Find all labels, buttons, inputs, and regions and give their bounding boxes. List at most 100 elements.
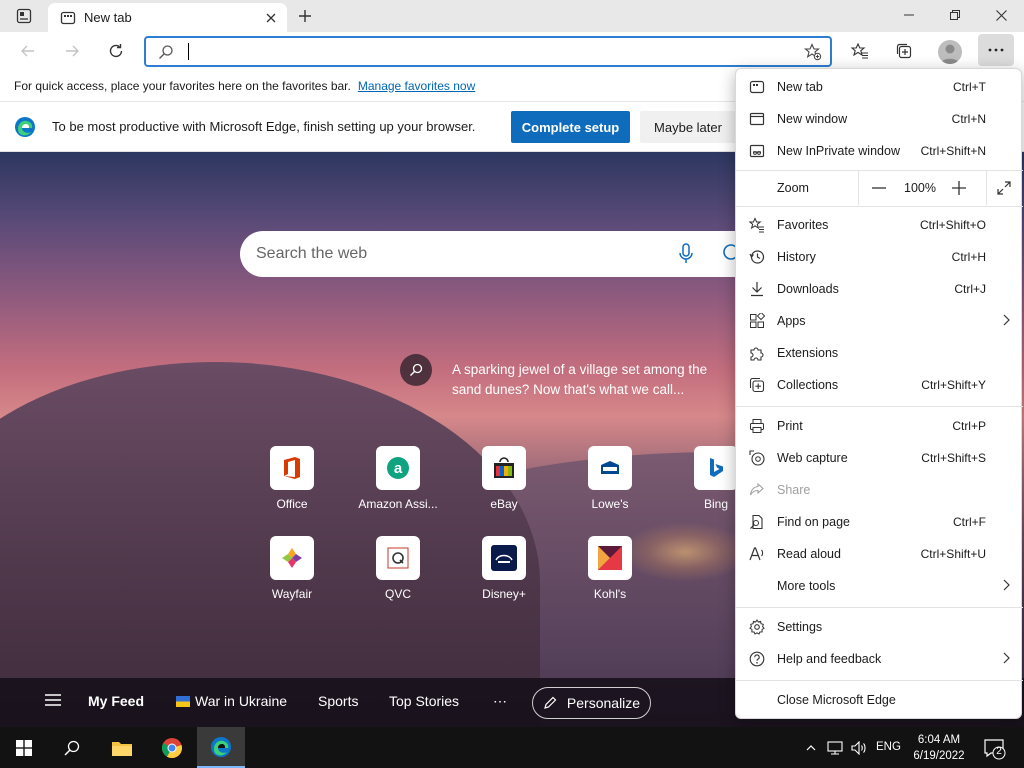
menu-item-print[interactable]: Print Ctrl+P: [736, 410, 1023, 442]
menu-item-extensions[interactable]: Extensions: [736, 337, 1023, 369]
maybe-later-button[interactable]: Maybe later: [640, 111, 736, 143]
menu-item-read-aloud[interactable]: Read aloud Ctrl+Shift+U: [736, 538, 1023, 570]
menu-item-new-inprivate-window[interactable]: New InPrivate window Ctrl+Shift+N: [736, 135, 1023, 167]
back-button[interactable]: [12, 35, 44, 67]
menu-label: Apps: [777, 314, 806, 328]
collections-icon[interactable]: [888, 35, 920, 67]
forward-button[interactable]: [56, 35, 88, 67]
workspaces-icon[interactable]: [8, 4, 40, 28]
menu-item-new-tab[interactable]: New tab Ctrl+T: [736, 71, 1023, 103]
taskbar-search-button[interactable]: [48, 727, 96, 768]
menu-label: Extensions: [777, 346, 839, 360]
zoom-in-button[interactable]: [944, 176, 974, 200]
text-caret: [188, 43, 189, 60]
banner-text: To be most productive with Microsoft Edg…: [52, 119, 476, 134]
tile-label: Office: [276, 497, 308, 511]
menu-item-help-and-feedback[interactable]: Help and feedback: [736, 643, 1023, 675]
show-hidden-icons-icon[interactable]: [802, 739, 820, 757]
menu-item-more-tools[interactable]: More tools: [736, 570, 1023, 602]
close-window-button[interactable]: [978, 0, 1024, 30]
notifications-button[interactable]: 2: [982, 736, 1006, 760]
office-icon: [270, 446, 314, 490]
zoom-out-button[interactable]: [864, 176, 894, 200]
menu-label: Find on page: [777, 515, 850, 529]
menu-item-find-on-page[interactable]: Find on page Ctrl+F: [736, 506, 1023, 538]
quick-link-office[interactable]: Office: [247, 446, 337, 526]
start-button[interactable]: [0, 727, 48, 768]
menu-item-history[interactable]: History Ctrl+H: [736, 241, 1023, 273]
menu-item-close-microsoft-edge[interactable]: Close Microsoft Edge: [736, 684, 1023, 716]
windows-icon: [16, 739, 32, 756]
find-icon: [749, 514, 765, 530]
feed-tab-war-in-ukraine[interactable]: War in Ukraine: [176, 693, 287, 709]
new-tab-button[interactable]: [292, 5, 318, 27]
menu-item-share[interactable]: Share: [736, 474, 1023, 506]
quick-link-lowes[interactable]: Lowe's: [565, 446, 655, 526]
menu-item-new-window[interactable]: New window Ctrl+N: [736, 103, 1023, 135]
close-tab-icon[interactable]: [263, 10, 279, 26]
menu-shortcut: Ctrl+Shift+N: [920, 144, 986, 158]
quick-link-kohls[interactable]: Kohl's: [565, 536, 655, 616]
tile-label: eBay: [490, 497, 518, 511]
web-search-box[interactable]: [240, 231, 760, 277]
address-bar[interactable]: [144, 36, 832, 67]
refresh-button[interactable]: [100, 35, 132, 67]
complete-setup-button[interactable]: Complete setup: [511, 111, 630, 143]
address-input[interactable]: [186, 41, 786, 62]
menu-item-web-capture[interactable]: Web capture Ctrl+Shift+S: [736, 442, 1023, 474]
menu-label: New InPrivate window: [777, 144, 900, 158]
svg-text:a: a: [394, 460, 403, 477]
network-icon[interactable]: [826, 739, 844, 757]
restore-button[interactable]: [932, 0, 978, 30]
menu-shortcut: Ctrl+J: [954, 282, 986, 296]
tab-title: New tab: [84, 10, 132, 25]
tile-label: Kohl's: [593, 587, 627, 601]
history-icon: [749, 249, 765, 265]
quick-link-qvc[interactable]: QVC: [353, 536, 443, 616]
menu-item-apps[interactable]: Apps: [736, 305, 1023, 337]
tab-new-tab[interactable]: New tab: [48, 3, 287, 32]
menu-shortcut: Ctrl+Shift+Y: [921, 378, 986, 392]
favorites-icon[interactable]: [844, 35, 876, 67]
menu-divider: [736, 406, 1023, 407]
volume-icon[interactable]: [850, 739, 868, 757]
toolbar: [0, 32, 1024, 70]
feed-more-button[interactable]: ⋯: [493, 693, 507, 710]
manage-favorites-link[interactable]: Manage favorites now: [358, 79, 475, 93]
feed-tab-top-stories[interactable]: Top Stories: [389, 693, 459, 709]
profile-avatar[interactable]: [938, 40, 962, 64]
fullscreen-button[interactable]: [989, 176, 1019, 200]
quick-link-amazon-assistant[interactable]: a Amazon Assi...: [353, 446, 443, 526]
menu-divider: [736, 206, 1023, 207]
input-language[interactable]: ENG: [876, 741, 901, 753]
quick-link-disney-plus[interactable]: Disney+: [459, 536, 549, 616]
download-icon: [749, 281, 765, 297]
add-favorite-icon[interactable]: [804, 43, 822, 61]
file-explorer-button[interactable]: [98, 727, 146, 768]
settings-and-more-button[interactable]: [978, 34, 1014, 66]
microphone-icon[interactable]: [678, 243, 694, 265]
menu-label: Downloads: [777, 282, 839, 296]
clock-time: 6:04 AM: [917, 734, 961, 746]
kohls-icon: [588, 536, 632, 580]
menu-item-downloads[interactable]: Downloads Ctrl+J: [736, 273, 1023, 305]
image-info-search-icon[interactable]: [400, 354, 432, 386]
feed-tab-my-feed[interactable]: My Feed: [88, 693, 144, 709]
menu-item-collections[interactable]: Collections Ctrl+Shift+Y: [736, 369, 1023, 401]
notification-count: 2: [996, 746, 1002, 757]
amazon-assistant-icon: a: [376, 446, 420, 490]
chrome-button[interactable]: [148, 727, 196, 768]
edge-icon: [211, 736, 231, 757]
menu-item-favorites[interactable]: Favorites Ctrl+Shift+O: [736, 209, 1023, 241]
menu-icon[interactable]: [44, 693, 62, 707]
menu-item-settings[interactable]: Settings: [736, 611, 1023, 643]
minimize-button[interactable]: [886, 0, 932, 30]
quick-link-wayfair[interactable]: Wayfair: [247, 536, 337, 616]
quick-link-ebay[interactable]: eBay: [459, 446, 549, 526]
feed-tab-sports[interactable]: Sports: [318, 693, 358, 709]
menu-label: Help and feedback: [777, 652, 882, 666]
web-search-input[interactable]: [256, 243, 656, 265]
personalize-button[interactable]: Personalize: [532, 687, 651, 719]
system-clock[interactable]: 6:04 AM 6/19/2022: [904, 732, 974, 764]
edge-taskbar-button[interactable]: [197, 727, 245, 768]
